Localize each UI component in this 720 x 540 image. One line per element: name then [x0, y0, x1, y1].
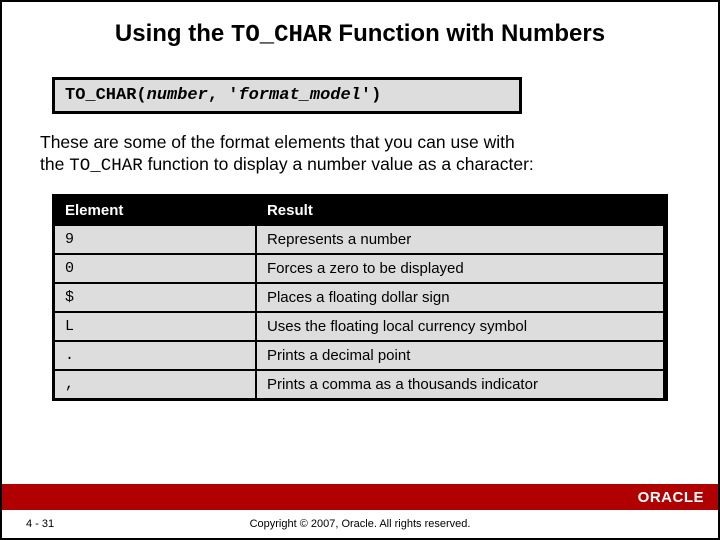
table-row: , Prints a comma as a thousands indicato…: [55, 370, 664, 398]
syntax-arg1: number: [147, 86, 208, 105]
cell-result: Prints a comma as a thousands indicator: [256, 370, 664, 398]
table-row: . Prints a decimal point: [55, 341, 664, 370]
cell-element: .: [55, 341, 256, 370]
brand-logo: ORACLE: [638, 489, 704, 506]
intro-line1: These are some of the format elements th…: [40, 132, 515, 152]
footer-bar: ORACLE: [2, 484, 718, 510]
slide: Using the TO_CHAR Function with Numbers …: [2, 2, 718, 538]
cell-result: Represents a number: [256, 225, 664, 254]
cell-result: Forces a zero to be displayed: [256, 254, 664, 283]
syntax-fn: TO_CHAR(: [65, 86, 147, 105]
cell-element: $: [55, 283, 256, 312]
intro-line2a: the: [40, 154, 69, 174]
title-pre: Using the: [115, 20, 231, 47]
intro-line2b: function to display a number value as a …: [143, 154, 534, 174]
table-row: $ Places a floating dollar sign: [55, 283, 664, 312]
table-row: 9 Represents a number: [55, 225, 664, 254]
cell-element: ,: [55, 370, 256, 398]
intro-text: These are some of the format elements th…: [2, 126, 718, 178]
table-row: L Uses the floating local currency symbo…: [55, 312, 664, 341]
title-post: Function with Numbers: [332, 20, 605, 47]
syntax-box: TO_CHAR(number, 'format_model'): [52, 77, 522, 114]
header-element: Element: [55, 197, 256, 225]
cell-result: Uses the floating local currency symbol: [256, 312, 664, 341]
cell-result: Places a floating dollar sign: [256, 283, 664, 312]
format-table: Element Result 9 Represents a number 0 F…: [55, 197, 665, 398]
cell-element: 9: [55, 225, 256, 254]
syntax-sep: , ': [208, 86, 239, 105]
slide-title: Using the TO_CHAR Function with Numbers: [2, 2, 718, 59]
syntax-arg2: format_model: [238, 86, 360, 105]
format-table-wrap: Element Result 9 Represents a number 0 F…: [52, 194, 668, 401]
cell-element: L: [55, 312, 256, 341]
title-code: TO_CHAR: [231, 22, 332, 49]
table-row: 0 Forces a zero to be displayed: [55, 254, 664, 283]
table-header-row: Element Result: [55, 197, 664, 225]
syntax-close: '): [361, 86, 381, 105]
cell-element: 0: [55, 254, 256, 283]
copyright-text: Copyright © 2007, Oracle. All rights res…: [2, 518, 718, 530]
cell-result: Prints a decimal point: [256, 341, 664, 370]
intro-code: TO_CHAR: [69, 156, 143, 176]
header-result: Result: [256, 197, 664, 225]
